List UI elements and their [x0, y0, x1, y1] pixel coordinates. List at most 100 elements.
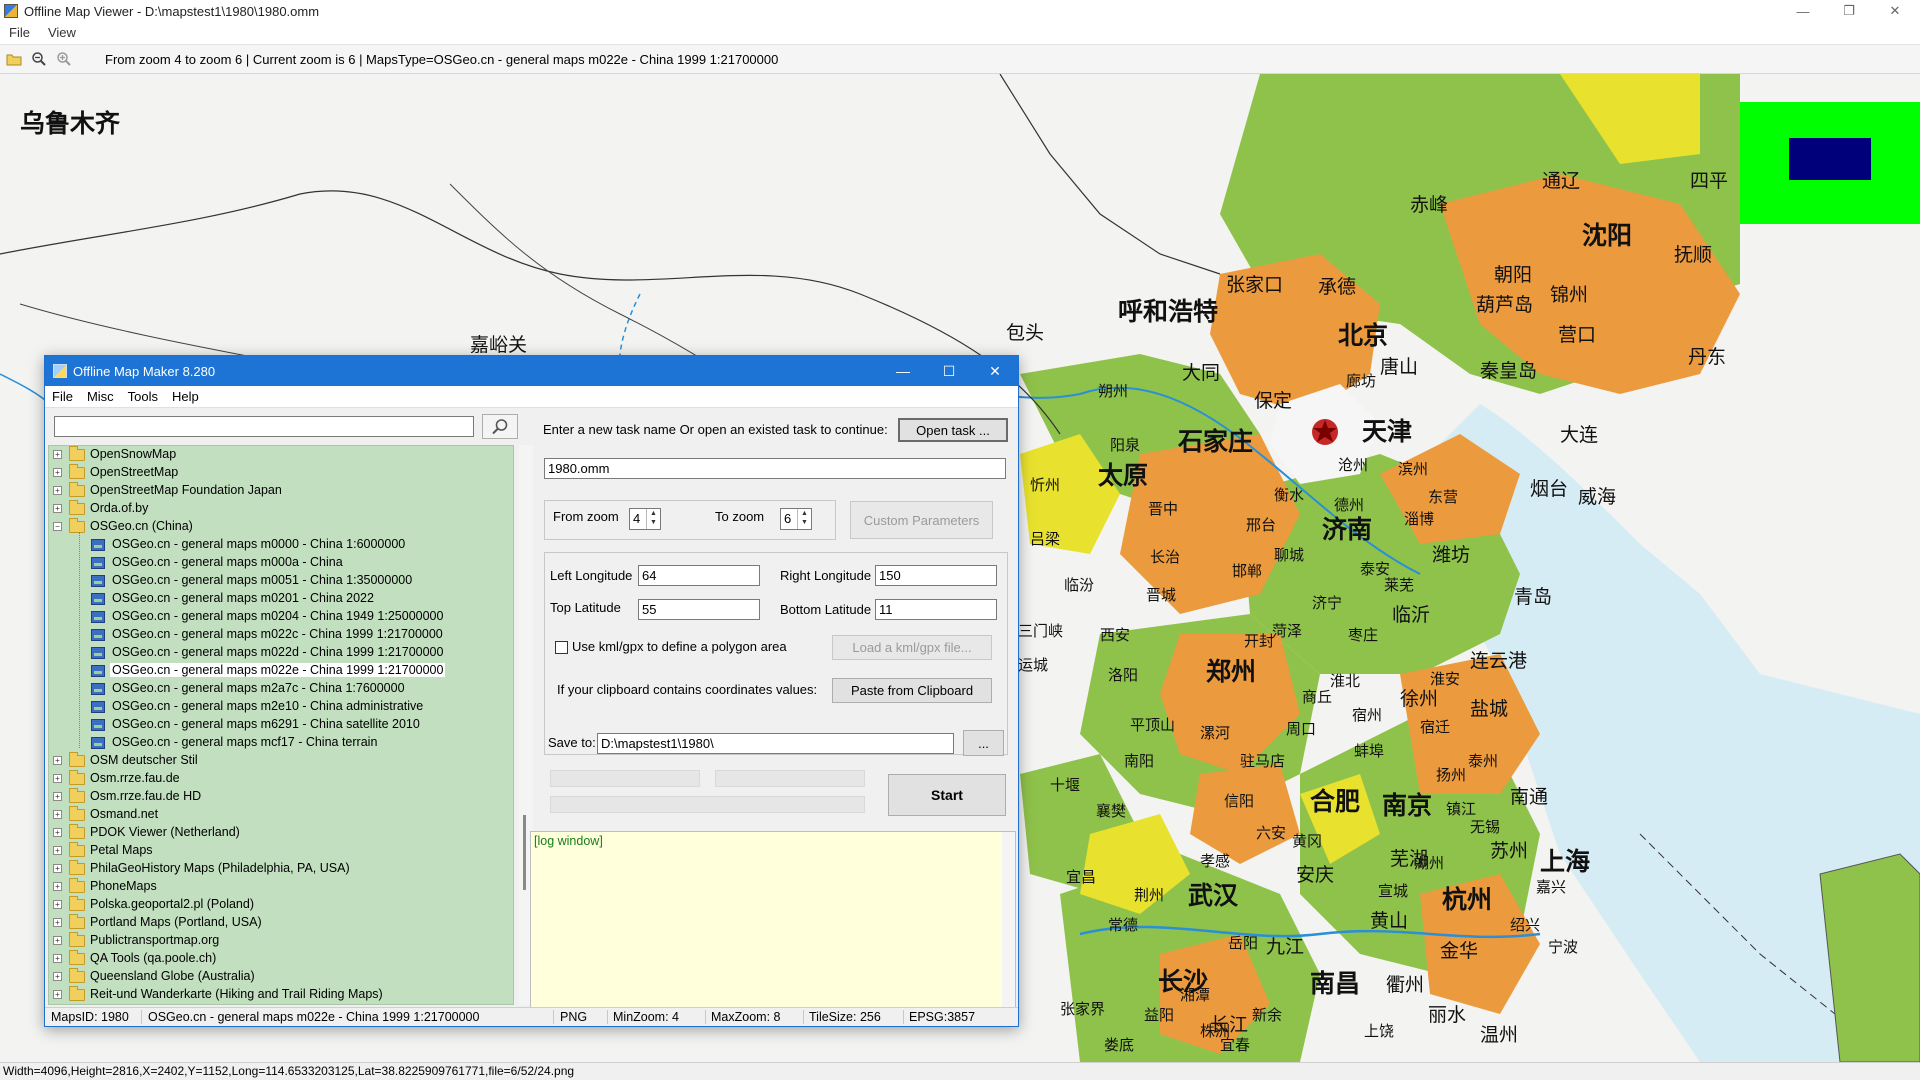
map-label: 淄博: [1404, 510, 1435, 528]
map-source-tree[interactable]: + OpenSnowMap + OpenStreetMap + OpenStreetMap…: [48, 445, 514, 1005]
menu-file[interactable]: File: [0, 25, 39, 40]
minimize-button[interactable]: —: [1780, 0, 1826, 22]
tree-item-folder[interactable]: + Queensland Globe (Australia): [49, 968, 513, 986]
expand-icon[interactable]: +: [53, 990, 62, 999]
tree-item-map[interactable]: OSGeo.cn - general maps m2e10 - China ad…: [49, 698, 513, 716]
tree-item-label: OSGeo.cn - general maps m022c - China 19…: [112, 627, 443, 641]
tree-item-map[interactable]: OSGeo.cn - general maps m0204 - China 19…: [49, 608, 513, 626]
dialog-menu-tools[interactable]: Tools: [121, 389, 165, 404]
map-label: 赤峰: [1410, 194, 1449, 216]
open-folder-icon[interactable]: [3, 48, 25, 70]
tree-item-folder[interactable]: + Petal Maps: [49, 842, 513, 860]
dialog-maximize-button[interactable]: ☐: [926, 356, 972, 386]
tree-item-folder[interactable]: + Portland Maps (Portland, USA): [49, 914, 513, 932]
dialog-close-button[interactable]: ✕: [972, 356, 1018, 386]
from-zoom-spinner[interactable]: 4 ▲ ▼: [629, 508, 661, 530]
tree-item-map[interactable]: OSGeo.cn - general maps m022d - China 19…: [49, 644, 513, 662]
expand-icon[interactable]: +: [53, 864, 62, 873]
tree-item-folder[interactable]: + PhilaGeoHistory Maps (Philadelphia, PA,…: [49, 860, 513, 878]
expand-icon[interactable]: +: [53, 972, 62, 981]
expand-icon[interactable]: +: [53, 450, 62, 459]
to-zoom-spinner[interactable]: 6 ▲ ▼: [780, 508, 812, 530]
load-kml-button[interactable]: Load a kml/gpx file...: [832, 635, 992, 660]
map-label: 黄冈: [1292, 832, 1323, 850]
map-label: 上饶: [1364, 1022, 1395, 1040]
bottom-latitude-input[interactable]: 11: [875, 599, 997, 620]
zoom-out-icon[interactable]: [28, 48, 50, 70]
folder-icon: [69, 464, 85, 479]
spinner-arrows-icon[interactable]: ▲ ▼: [646, 509, 660, 529]
menu-view[interactable]: View: [39, 25, 85, 40]
expand-icon[interactable]: +: [53, 918, 62, 927]
tree-item-folder[interactable]: + Polska.geoportal2.pl (Poland): [49, 896, 513, 914]
expand-icon[interactable]: +: [53, 504, 62, 513]
expand-icon[interactable]: +: [53, 828, 62, 837]
tree-connector-line: [79, 532, 80, 748]
collapse-icon[interactable]: −: [53, 522, 62, 531]
tree-item-folder[interactable]: + Orda.of.by: [49, 500, 513, 518]
tree-item-map[interactable]: OSGeo.cn - general maps m6291 - China sa…: [49, 716, 513, 734]
open-task-button[interactable]: Open task ...: [898, 418, 1008, 442]
log-window[interactable]: [log window]: [530, 831, 1016, 1008]
browse-button[interactable]: ...: [963, 730, 1004, 756]
tree-item-folder[interactable]: + Osmand.net: [49, 806, 513, 824]
paste-from-clipboard-button[interactable]: Paste from Clipboard: [832, 678, 992, 703]
expand-icon[interactable]: +: [53, 486, 62, 495]
tree-item-folder[interactable]: + OpenStreetMap Foundation Japan: [49, 482, 513, 500]
task-name-input[interactable]: 1980.omm: [544, 458, 1006, 479]
right-longitude-input[interactable]: 150: [875, 565, 997, 586]
tree-item-folder[interactable]: + Reit-und Wanderkarte (Hiking and Trail …: [49, 986, 513, 1004]
tree-item-map[interactable]: OSGeo.cn - general maps mcf17 - China te…: [49, 734, 513, 752]
maximize-button[interactable]: ❐: [1826, 0, 1872, 22]
use-kml-checkbox[interactable]: [555, 641, 568, 654]
save-path-input[interactable]: D:\mapstest1\1980\: [597, 733, 954, 754]
expand-icon[interactable]: +: [53, 468, 62, 477]
log-scrollbar[interactable]: [1002, 832, 1015, 1007]
tree-item-folder[interactable]: + OpenStreetMap: [49, 464, 513, 482]
expand-icon[interactable]: +: [53, 936, 62, 945]
spinner-arrows-icon[interactable]: ▲ ▼: [797, 509, 811, 529]
expand-icon[interactable]: +: [53, 882, 62, 891]
expand-icon[interactable]: +: [53, 900, 62, 909]
tree-item-map[interactable]: OSGeo.cn - general maps m022c - China 19…: [49, 626, 513, 644]
search-input[interactable]: [54, 416, 474, 437]
dialog-menu-help[interactable]: Help: [165, 389, 206, 404]
expand-icon[interactable]: +: [53, 846, 62, 855]
map-label: 苏州: [1490, 840, 1529, 862]
tree-item-folder[interactable]: + OSM deutscher Stil: [49, 752, 513, 770]
tree-item-map[interactable]: OSGeo.cn - general maps m022e - China 19…: [49, 662, 513, 680]
top-latitude-input[interactable]: 55: [638, 599, 760, 620]
tree-item-map[interactable]: OSGeo.cn - general maps m2a7c - China 1:…: [49, 680, 513, 698]
progress-bar: [550, 770, 700, 787]
tree-item-map[interactable]: OSGeo.cn - general maps m0201 - China 20…: [49, 590, 513, 608]
tree-item-folder[interactable]: + Osm.rrze.fau.de HD: [49, 788, 513, 806]
tree-item-map[interactable]: OSGeo.cn - general maps m000a - China: [49, 554, 513, 572]
expand-icon[interactable]: +: [53, 954, 62, 963]
custom-parameters-button[interactable]: Custom Parameters: [850, 501, 993, 539]
dialog-menu-misc[interactable]: Misc: [80, 389, 121, 404]
left-longitude-input[interactable]: 64: [638, 565, 760, 586]
tree-item-folder[interactable]: + Publictransportmap.org: [49, 932, 513, 950]
overview-viewport[interactable]: [1789, 138, 1871, 180]
dialog-menubar: File Misc Tools Help: [45, 386, 1018, 408]
tree-item-folder[interactable]: + PDOK Viewer (Netherland): [49, 824, 513, 842]
dialog-minimize-button[interactable]: —: [880, 356, 926, 386]
search-button[interactable]: [482, 414, 518, 439]
tree-item-map[interactable]: OSGeo.cn - general maps m0000 - China 1:…: [49, 536, 513, 554]
expand-icon[interactable]: +: [53, 774, 62, 783]
tree-item-folder[interactable]: − OSGeo.cn (China): [49, 518, 513, 536]
folder-icon: [69, 806, 85, 821]
log-text: [log window]: [534, 834, 603, 848]
expand-icon[interactable]: +: [53, 792, 62, 801]
expand-icon[interactable]: +: [53, 810, 62, 819]
tree-item-map[interactable]: OSGeo.cn - general maps m0051 - China 1:…: [49, 572, 513, 590]
dialog-menu-file[interactable]: File: [45, 389, 80, 404]
tree-item-folder[interactable]: + QA Tools (qa.poole.ch): [49, 950, 513, 968]
close-button[interactable]: ✕: [1872, 0, 1918, 22]
start-button[interactable]: Start: [888, 774, 1006, 816]
tree-item-folder[interactable]: + PhoneMaps: [49, 878, 513, 896]
tree-item-folder[interactable]: + Osm.rrze.fau.de: [49, 770, 513, 788]
zoom-in-icon[interactable]: [53, 48, 75, 70]
tree-item-folder[interactable]: + OpenSnowMap: [49, 446, 513, 464]
expand-icon[interactable]: +: [53, 756, 62, 765]
